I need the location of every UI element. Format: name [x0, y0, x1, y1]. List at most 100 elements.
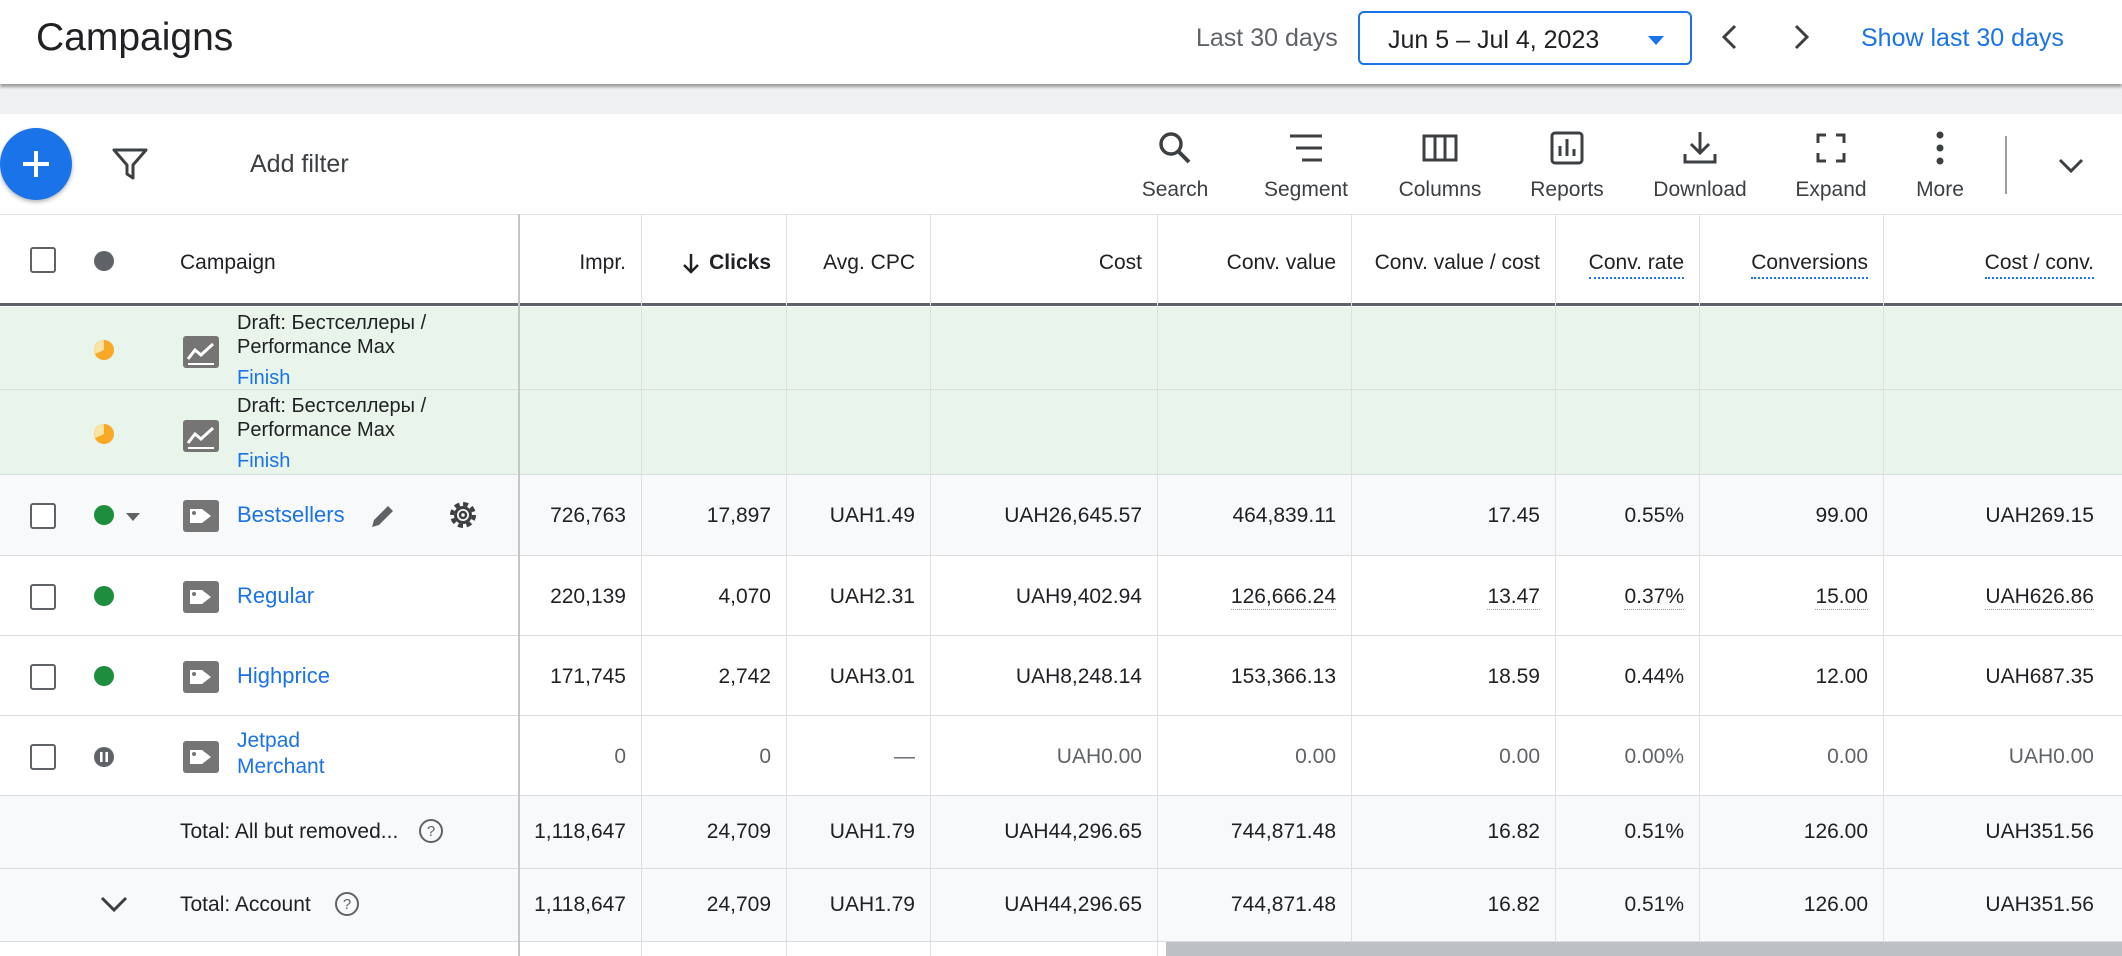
status-enabled-icon[interactable] — [94, 666, 114, 686]
draft-progress-icon — [94, 340, 114, 360]
cell-avg-cpc: UAH1.49 — [829, 504, 915, 527]
campaign-name-link[interactable]: Regular — [237, 583, 314, 609]
cell-conv-rate: 0.55% — [1624, 504, 1684, 527]
column-header-clicks[interactable]: Clicks — [709, 251, 771, 275]
reports-icon — [1550, 131, 1584, 165]
columns-tool-button[interactable]: Columns — [1385, 128, 1495, 202]
reports-tool-button[interactable]: Reports — [1512, 128, 1622, 202]
columns-tool-label: Columns — [1398, 178, 1482, 201]
column-header-avg-cpc[interactable]: Avg. CPC — [823, 251, 915, 275]
expand-tool-label: Expand — [1795, 178, 1867, 201]
total-conv-rate: 0.51% — [1624, 820, 1684, 843]
column-header-conv-value-cost[interactable]: Conv. value / cost — [1375, 251, 1540, 275]
next-period-button[interactable] — [1784, 20, 1818, 54]
cell-avg-cpc: UAH2.31 — [829, 585, 915, 608]
column-header-conversions[interactable]: Conversions — [1751, 251, 1868, 279]
segment-tool-button[interactable]: Segment — [1251, 128, 1361, 202]
status-filter-icon[interactable] — [94, 251, 114, 271]
column-header-impr[interactable]: Impr. — [579, 251, 626, 275]
column-header-campaign[interactable]: Campaign — [180, 251, 276, 275]
plus-icon — [23, 151, 49, 177]
add-filter-button[interactable]: Add filter — [250, 150, 349, 179]
horizontal-scrollbar[interactable] — [1166, 942, 2122, 956]
help-icon[interactable]: ? — [334, 891, 360, 917]
status-enabled-icon[interactable] — [94, 505, 114, 525]
cell-conv-rate[interactable]: 0.37% — [1624, 585, 1684, 610]
add-campaign-button[interactable] — [0, 128, 72, 200]
segment-icon — [1290, 134, 1322, 162]
cell-conv-value-cost: 0.00 — [1499, 745, 1540, 768]
table-row[interactable]: Bestsellers 726,763 17,897 UAH1.49 UAH26… — [0, 475, 2122, 556]
total-avg-cpc: UAH1.79 — [829, 820, 915, 843]
campaign-name-link[interactable]: Bestsellers — [237, 502, 345, 528]
column-header-conv-rate[interactable]: Conv. rate — [1588, 251, 1684, 279]
chevron-down-icon[interactable] — [97, 891, 131, 917]
column-divider — [1157, 214, 1158, 956]
cell-avg-cpc: UAH3.01 — [829, 665, 915, 688]
row-checkbox[interactable] — [30, 584, 56, 610]
total-label: Total: All but removed... — [180, 820, 399, 843]
header-band — [0, 84, 2122, 114]
finish-draft-link[interactable]: Finish — [237, 450, 290, 473]
more-tool-button[interactable]: More — [1885, 128, 1995, 202]
column-divider — [1351, 214, 1352, 956]
column-header-conv-value[interactable]: Conv. value — [1227, 251, 1336, 275]
cell-impr: 0 — [614, 745, 626, 768]
download-tool-label: Download — [1653, 178, 1747, 201]
select-all-checkbox[interactable] — [30, 247, 56, 273]
cell-cost-conv[interactable]: UAH626.86 — [1985, 585, 2094, 610]
search-tool-button[interactable]: Search — [1120, 128, 1230, 202]
total-impr: 1,118,647 — [534, 820, 626, 843]
table-row[interactable]: Jetpad Merchant 0 0 — UAH0.00 0.00 0.00 … — [0, 716, 2122, 796]
finish-draft-link[interactable]: Finish — [237, 367, 290, 390]
campaign-name-link[interactable]: Highprice — [237, 663, 330, 689]
expand-icon — [1816, 133, 1846, 163]
gear-icon — [450, 502, 476, 528]
help-icon[interactable]: ? — [418, 818, 444, 844]
row-checkbox[interactable] — [30, 503, 56, 529]
total-conversions: 126.00 — [1803, 893, 1868, 916]
search-icon — [1159, 132, 1191, 164]
filter-icon[interactable] — [110, 146, 150, 187]
cell-clicks: 2,742 — [718, 665, 771, 688]
column-header-cost-conv[interactable]: Cost / conv. — [1984, 251, 2094, 279]
row-checkbox[interactable] — [30, 664, 56, 690]
column-divider — [1699, 214, 1700, 956]
column-header-cost[interactable]: Cost — [1099, 251, 1142, 275]
previous-period-button[interactable] — [1713, 20, 1747, 54]
cell-conv-value-cost[interactable]: 13.47 — [1487, 585, 1540, 610]
cell-impr: 220,139 — [550, 585, 626, 608]
row-checkbox[interactable] — [30, 744, 56, 770]
reports-tool-label: Reports — [1530, 178, 1604, 201]
status-enabled-icon[interactable] — [94, 586, 114, 606]
svg-text:?: ? — [343, 896, 351, 913]
table-row[interactable]: Regular 220,139 4,070 UAH2.31 UAH9,402.9… — [0, 556, 2122, 636]
campaign-name-link[interactable]: Jetpad — [237, 729, 300, 753]
column-divider — [641, 214, 642, 956]
edit-pencil-icon — [372, 506, 393, 527]
table-row[interactable]: Highprice 171,745 2,742 UAH3.01 UAH8,248… — [0, 636, 2122, 716]
performance-max-icon — [183, 336, 219, 368]
cell-conversions[interactable]: 15.00 — [1815, 585, 1868, 610]
total-row: Total: All but removed... ? 1,118,647 24… — [0, 796, 2122, 869]
total-conv-value: 744,871.48 — [1230, 820, 1336, 843]
date-range-select[interactable]: Jun 5 – Jul 4, 2023 — [1358, 11, 1692, 65]
cell-cost: UAH0.00 — [1056, 745, 1142, 768]
expand-tool-button[interactable]: Expand — [1776, 128, 1886, 202]
draft-row: Draft: Бестселлеры / Performance Max Fin… — [0, 390, 2122, 475]
date-range-value: Jun 5 – Jul 4, 2023 — [1388, 26, 1600, 54]
cell-conv-value-cost: 18.59 — [1487, 665, 1540, 688]
chevron-right-icon — [1794, 24, 1810, 50]
cell-conv-value[interactable]: 126,666.24 — [1230, 585, 1336, 610]
date-range-label: Last 30 days — [1196, 24, 1338, 52]
cell-cost-conv: UAH0.00 — [2008, 745, 2094, 768]
show-last-30-days-link[interactable]: Show last 30 days — [1861, 24, 2064, 53]
campaign-name-link-line2[interactable]: Merchant — [237, 755, 325, 779]
cell-conv-rate: 0.00% — [1624, 745, 1684, 768]
download-tool-button[interactable]: Download — [1645, 128, 1755, 202]
performance-max-icon — [183, 420, 219, 452]
cell-clicks: 0 — [759, 745, 771, 768]
cell-clicks: 17,897 — [706, 504, 771, 527]
collapse-toolbar-button[interactable] — [2055, 152, 2087, 183]
cell-impr: 171,745 — [550, 665, 626, 688]
